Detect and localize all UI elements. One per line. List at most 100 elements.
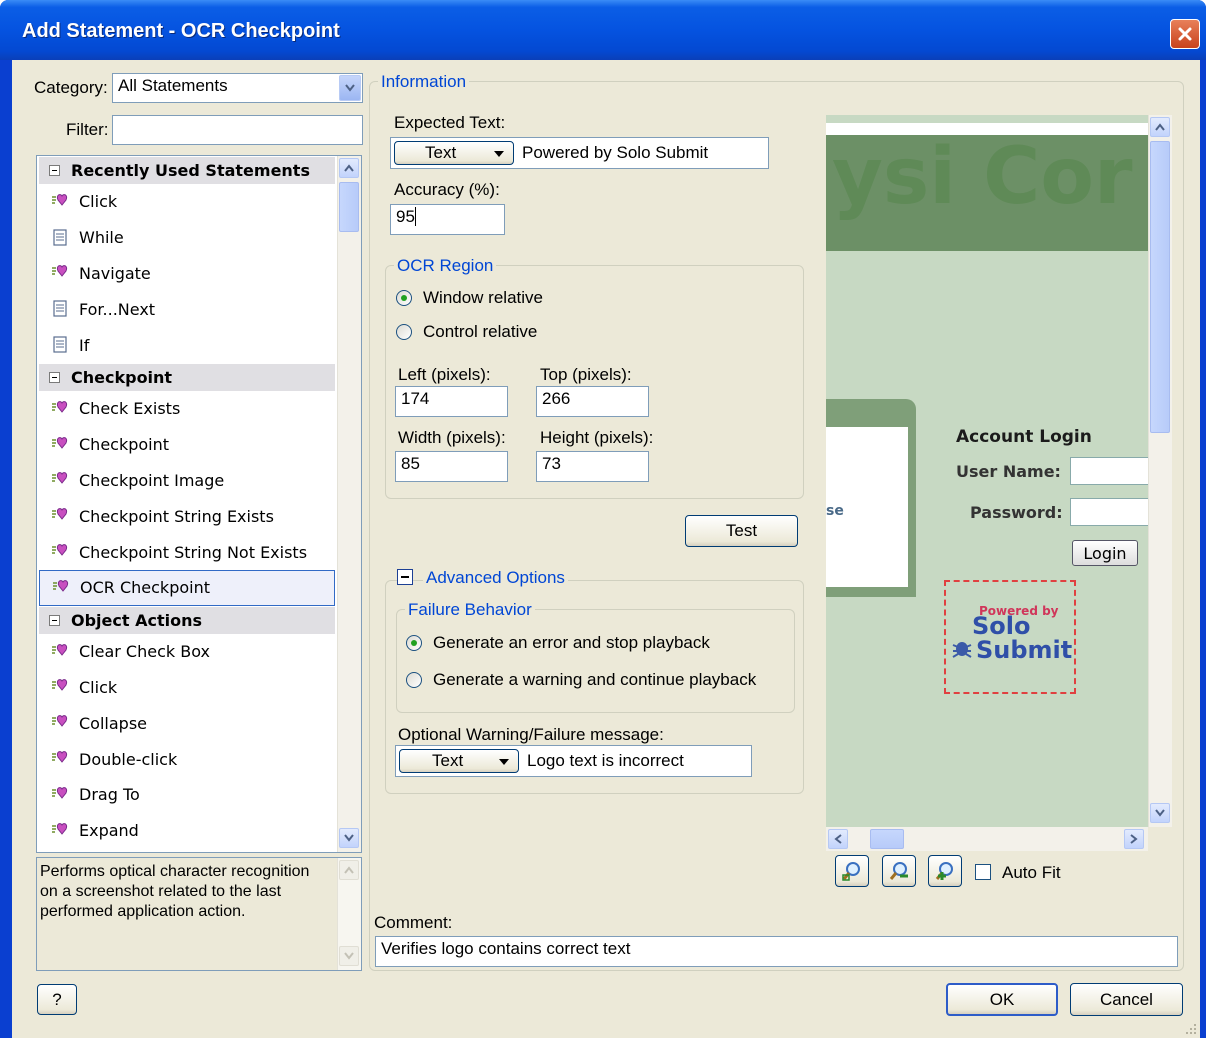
ocr-region-legend: OCR Region [394,256,497,276]
comment-label: Comment: [374,913,453,932]
tree-item[interactable]: Expand [39,813,335,849]
user-name-label: User Name: [956,462,1061,481]
tree-item[interactable]: If [39,327,335,363]
auto-fit-checkbox[interactable] [975,864,991,880]
ok-button[interactable]: OK [946,983,1058,1016]
action-icon [51,678,69,696]
preview-scroll-down-button[interactable] [1150,803,1170,823]
tree-section-label: Object Actions [71,610,202,630]
optional-message-value[interactable]: Logo text is incorrect [527,751,684,771]
top-pixels-input[interactable]: 266 [536,386,649,417]
tree-item-label: Clear Check Box [79,642,210,662]
zoom-fit-button[interactable] [835,855,869,887]
tree-item[interactable]: Checkpoint String Exists [39,498,335,534]
control-relative-label[interactable]: Control relative [423,322,537,342]
window-relative-label[interactable]: Window relative [423,288,543,308]
height-pixels-input[interactable]: 73 [536,451,649,482]
tree-item[interactable]: Checkpoint [39,427,335,463]
title-bar[interactable]: Add Statement - OCR Checkpoint [0,0,1206,60]
tree-item[interactable]: Drag To [39,777,335,813]
zoom-in-button[interactable] [928,855,962,887]
help-button[interactable]: ? [37,984,77,1015]
tree-item[interactable]: Click [39,184,335,220]
tree-item[interactable]: For...Next [39,291,335,327]
preview-scroll-left-button[interactable] [828,829,848,849]
action-icon [51,750,69,768]
preview-scroll-up-button[interactable] [1150,117,1170,137]
cancel-button[interactable]: Cancel [1070,983,1183,1016]
tree-section-object-actions[interactable]: Object Actions [39,606,335,634]
tree-item[interactable]: Checkpoint Image [39,463,335,499]
scroll-down-button[interactable] [339,828,359,848]
desc-scroll-up-button[interactable] [339,860,359,880]
tree-item[interactable]: Clear Check Box [39,634,335,670]
preview-horizontal-scrollbar[interactable] [826,827,1148,851]
expected-text-value[interactable]: Powered by Solo Submit [522,143,708,163]
scroll-up-button[interactable] [339,158,359,178]
left-pixels-input[interactable]: 174 [395,386,508,417]
document-icon [51,336,69,354]
collapse-advanced-toggle[interactable] [397,569,413,585]
statement-list: Recently Used Statements Click While Naviga… [39,156,335,849]
caret-down-icon [494,151,504,157]
chevron-left-icon [834,834,842,844]
logo-submit: Submit [976,636,1073,664]
preview-vscroll-thumb[interactable] [1150,141,1170,433]
collapse-toggle-icon[interactable] [49,165,60,176]
tree-item[interactable]: Navigate [39,256,335,292]
desc-scroll-down-button[interactable] [339,946,359,966]
tree-item[interactable]: Checkpoint String Not Exists [39,534,335,570]
close-button[interactable] [1170,19,1200,49]
zoom-out-button[interactable] [882,855,916,887]
tree-item-label: Click [79,677,118,697]
filter-input[interactable] [112,115,363,145]
tree-item[interactable]: OCR Checkpoint [39,569,335,606]
warning-continue-label[interactable]: Generate a warning and continue playback [433,670,756,690]
tree-item[interactable]: Collapse [39,705,335,741]
resize-grip-icon[interactable] [1182,1020,1198,1036]
action-icon [51,436,69,454]
tree-scrollbar[interactable] [337,156,361,852]
width-pixels-label: Width (pixels): [398,428,506,447]
chevron-up-icon [1155,123,1165,131]
accuracy-input[interactable]: 95 [390,204,505,235]
expected-text-label: Expected Text: [394,113,506,132]
chevron-right-icon [1130,834,1138,844]
width-pixels-input[interactable]: 85 [395,451,508,482]
action-icon [51,543,69,561]
preview-scroll-right-button[interactable] [1124,829,1144,849]
message-type-dropdown[interactable]: Text [399,749,519,773]
chevron-down-icon[interactable] [339,75,361,101]
statement-tree: Recently Used Statements Click While Naviga… [36,155,362,853]
collapse-toggle-icon[interactable] [49,371,60,383]
tree-section-recently-used-statements[interactable]: Recently Used Statements [39,157,335,184]
warning-continue-radio[interactable] [406,672,422,688]
collapse-toggle-icon[interactable] [49,614,60,626]
control-relative-radio[interactable] [396,324,412,340]
category-label: Category: [34,78,108,97]
banner-text: ysi Cor [832,132,1133,222]
expected-type-dropdown[interactable]: Text [394,141,514,165]
test-button[interactable]: Test [685,515,798,547]
tree-item[interactable]: Click [39,670,335,706]
comment-input[interactable]: Verifies logo contains correct text [375,936,1178,967]
window-relative-radio[interactable] [396,290,412,306]
advanced-options-legend[interactable]: Advanced Options [423,568,568,588]
error-stop-radio[interactable] [406,635,422,651]
screenshot-preview[interactable]: ysi Cor se Account Login User Name: Pass… [826,115,1148,827]
tree-item-label: Check Exists [79,399,181,419]
caret-down-icon [499,759,509,765]
message-type-value: Text [432,751,464,770]
filter-label: Filter: [66,120,109,139]
auto-fit-label[interactable]: Auto Fit [1002,863,1061,883]
tree-section-checkpoint[interactable]: Checkpoint [39,363,335,391]
category-select[interactable]: All Statements [112,73,363,103]
scroll-thumb[interactable] [339,182,359,232]
tree-item[interactable]: Double-click [39,741,335,777]
preview-hscroll-thumb[interactable] [870,829,904,849]
error-stop-label[interactable]: Generate an error and stop playback [433,633,710,653]
tree-item[interactable]: Check Exists [39,391,335,427]
description-scrollbar[interactable] [337,858,361,970]
tree-item[interactable]: While [39,220,335,256]
preview-vertical-scrollbar[interactable] [1148,115,1172,827]
